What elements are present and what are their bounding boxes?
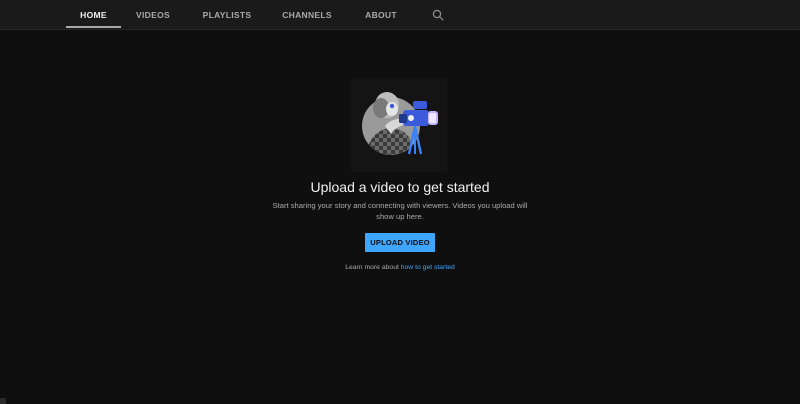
corner-resize-handle [0,398,6,404]
tab-home[interactable]: HOME [66,0,121,29]
tab-about[interactable]: ABOUT [351,0,411,29]
search-icon [432,9,444,21]
upload-video-button[interactable]: UPLOAD VIDEO [365,233,435,252]
channel-tab-bar: HOME VIDEOS PLAYLISTS CHANNELS ABOUT [0,0,800,30]
how-to-get-started-link[interactable]: how to get started [401,264,455,271]
learn-more-text: Learn more about how to get started [0,264,800,271]
tab-videos[interactable]: VIDEOS [123,0,183,29]
person-with-video-camera-illustration [362,92,438,155]
empty-state-heading: Upload a video to get started [310,179,490,195]
empty-state-description: Start sharing your story and connecting … [272,201,528,221]
upload-illustration [351,78,447,172]
channel-home-content: Upload a video to get started Start shar… [0,30,800,404]
tab-channels[interactable]: CHANNELS [271,0,343,29]
tab-playlists[interactable]: PLAYLISTS [191,0,263,29]
channel-tabs: HOME VIDEOS PLAYLISTS CHANNELS ABOUT [66,0,453,29]
channel-search-button[interactable] [423,0,453,29]
learn-more-prefix: Learn more about [345,264,401,271]
